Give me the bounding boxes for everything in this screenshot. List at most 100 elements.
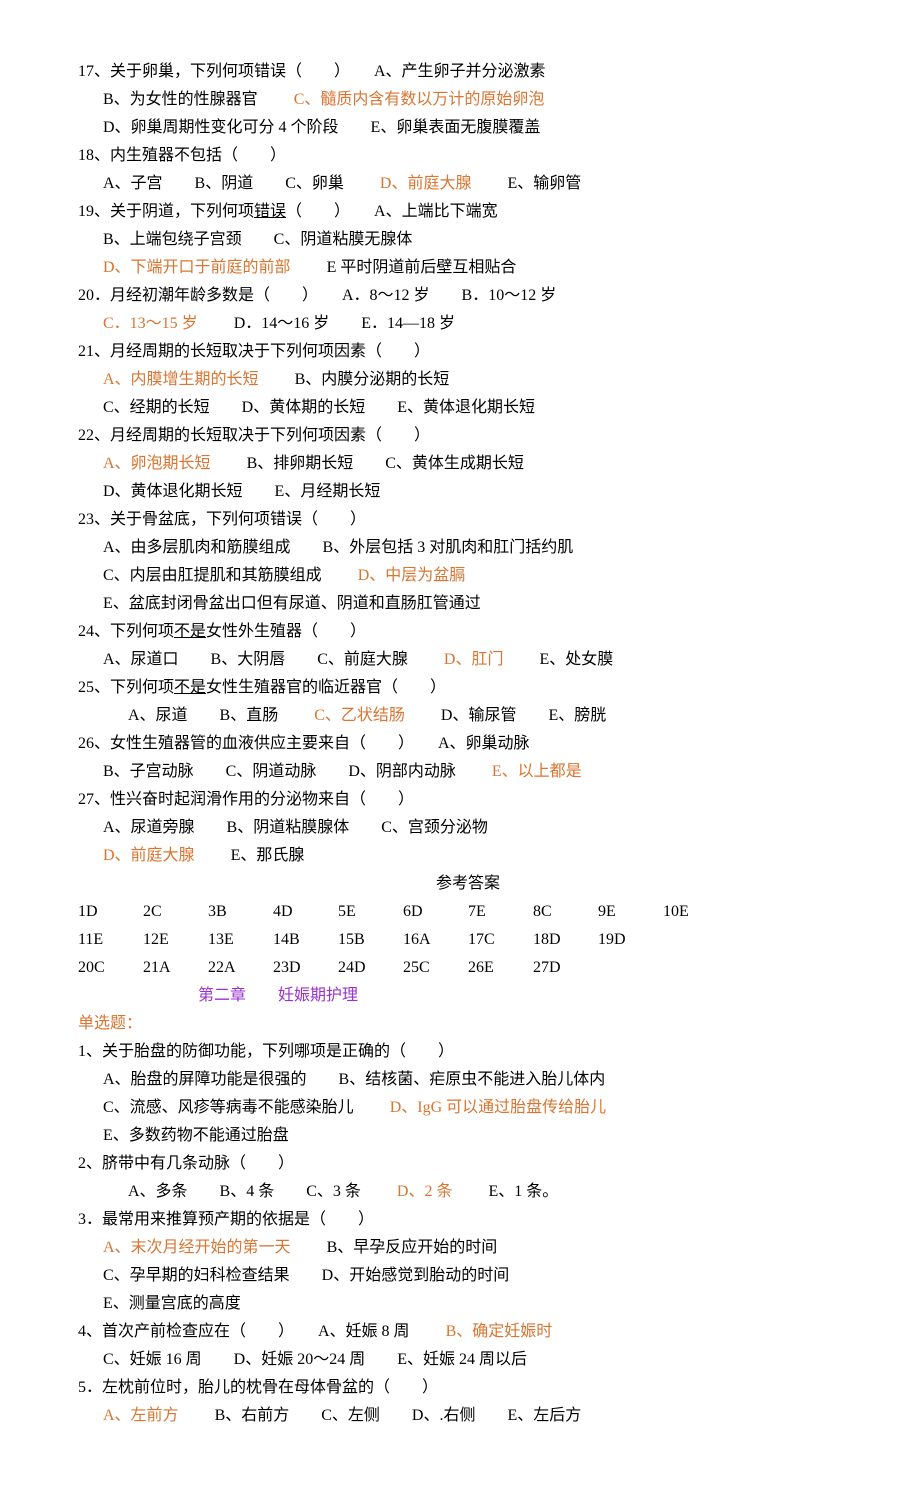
ans-2: 2C bbox=[143, 898, 208, 926]
ans-1: 1D bbox=[78, 898, 143, 926]
ans-25: 25C bbox=[403, 954, 468, 982]
q27-stem: 27、性兴奋时起润滑作用的分泌物来自（ ） bbox=[78, 786, 858, 814]
q20-c: C．13～15 岁 bbox=[103, 315, 198, 332]
ans-13: 13E bbox=[208, 926, 273, 954]
q18-abc: A、子宫 B、阴道 C、卵巢 bbox=[103, 175, 376, 192]
q23-ab: A、由多层肌肉和筋膜组成 B、外层包括 3 对肌肉和肛门括约肌 bbox=[78, 534, 858, 562]
ans-20: 20C bbox=[78, 954, 143, 982]
q17-de: D、卵巢周期性变化可分 4 个阶段 E、卵巢表面无腹膜覆盖 bbox=[78, 114, 858, 142]
ans-23: 23D bbox=[273, 954, 338, 982]
q25-opts: A、尿道 B、直肠 C、乙状结肠 D、输尿管 E、膀胱 bbox=[78, 702, 858, 730]
q25-stem-post: 女性生殖器官的临近器官（ ） bbox=[206, 679, 446, 696]
p2q5-opts: A、左前方 B、右前方 C、左侧 D、.右侧 E、左后方 bbox=[78, 1402, 858, 1430]
p2q2-e: E、1 条。 bbox=[456, 1183, 558, 1200]
q24-stem-pre: 24、下列何项 bbox=[78, 623, 174, 640]
p2q1-ab: A、胎盘的屏障功能是很强的 B、结核菌、疟原虫不能进入胎儿体内 bbox=[78, 1066, 858, 1094]
ans-10: 10E bbox=[663, 898, 728, 926]
q22-de: D、黄体退化期长短 E、月经期长短 bbox=[78, 478, 858, 506]
q26-e: E、以上都是 bbox=[492, 763, 582, 780]
q25-de: D、输尿管 E、膀胱 bbox=[409, 707, 606, 724]
q22-a: A、卵泡期长短 bbox=[103, 455, 211, 472]
ans-22: 22A bbox=[208, 954, 273, 982]
ans-14: 14B bbox=[273, 926, 338, 954]
p2q3-ab: A、末次月经开始的第一天 B、早孕反应开始的时间 bbox=[78, 1234, 858, 1262]
q19-d: D、下端开口于前庭的前部 bbox=[103, 259, 291, 276]
q27-de: D、前庭大腺 E、那氏腺 bbox=[78, 842, 858, 870]
p2q3-a: A、末次月经开始的第一天 bbox=[103, 1239, 291, 1256]
ans-8: 8C bbox=[533, 898, 598, 926]
ans-21: 21A bbox=[143, 954, 208, 982]
q17-line-bc: B、为女性的性腺器官 C、髓质内含有数以万计的原始卵泡 bbox=[78, 86, 858, 114]
p2q3-b: B、早孕反应开始的时间 bbox=[295, 1239, 498, 1256]
p2q1-cd: C、流感、风疹等病毒不能感染胎儿 D、IgG 可以通过胎盘传给胎儿 bbox=[78, 1094, 858, 1122]
ans-7: 7E bbox=[468, 898, 533, 926]
q25-stem-u: 不是 bbox=[174, 679, 206, 696]
q23-cd: C、内层由肛提肌和其筋膜组成 D、中层为盆膈 bbox=[78, 562, 858, 590]
q26-bcd: B、子宫动脉 C、阴道动脉 D、阴部内动脉 bbox=[103, 763, 488, 780]
p2q1-d: D、IgG 可以通过胎盘传给胎儿 bbox=[390, 1099, 606, 1116]
q21-stem: 21、月经周期的长短取决于下列何项因素（ ） bbox=[78, 338, 858, 366]
q18-stem: 18、内生殖器不包括（ ） bbox=[78, 142, 858, 170]
q19-bc: B、上端包绕子宫颈 C、阴道粘膜无腺体 bbox=[78, 226, 858, 254]
ans-24: 24D bbox=[338, 954, 403, 982]
q23-d: D、中层为盆膈 bbox=[358, 567, 466, 584]
q21-ab: A、内膜增生期的长短 B、内膜分泌期的长短 bbox=[78, 366, 858, 394]
q21-cde: C、经期的长短 D、黄体期的长短 E、黄体退化期长短 bbox=[78, 394, 858, 422]
p2q3-e: E、测量宫底的高度 bbox=[78, 1290, 858, 1318]
ans-18: 18D bbox=[533, 926, 598, 954]
p2q2-opts: A、多条 B、4 条 C、3 条 D、2 条 E、1 条。 bbox=[78, 1178, 858, 1206]
p2q2-d: D、2 条 bbox=[397, 1183, 453, 1200]
ans-12: 12E bbox=[143, 926, 208, 954]
p2q5-bcde: B、右前方 C、左侧 D、.右侧 E、左后方 bbox=[183, 1407, 582, 1424]
q20-cde: C．13～15 岁 D．14～16 岁 E．14—18 岁 bbox=[78, 310, 858, 338]
q25-c: C、乙状结肠 bbox=[314, 707, 405, 724]
q24-e: E、处女膜 bbox=[507, 651, 613, 668]
q25-stem: 25、下列何项不是女性生殖器官的临近器官（ ） bbox=[78, 674, 858, 702]
ans-6: 6D bbox=[403, 898, 468, 926]
ans-5: 5E bbox=[338, 898, 403, 926]
q27-abc: A、尿道旁腺 B、阴道粘膜腺体 C、宫颈分泌物 bbox=[78, 814, 858, 842]
p2q3-stem: 3．最常用来推算预产期的依据是（ ） bbox=[78, 1206, 858, 1234]
q22-bc: B、排卵期长短 C、黄体生成期长短 bbox=[215, 455, 524, 472]
p2q3-cd: C、孕早期的妇科检查结果 D、开始感觉到胎动的时间 bbox=[78, 1262, 858, 1290]
q24-stem-u: 不是 bbox=[174, 623, 206, 640]
q18-opts: A、子宫 B、阴道 C、卵巢 D、前庭大腺 E、输卵管 bbox=[78, 170, 858, 198]
q19-de: D、下端开口于前庭的前部 E 平时阴道前后壁互相贴合 bbox=[78, 254, 858, 282]
q17-stem: 17、关于卵巢，下列何项错误（ ） A、产生卵子并分泌激素 bbox=[78, 58, 858, 86]
ans-27: 27D bbox=[533, 954, 598, 982]
q25-ab: A、尿道 B、直肠 bbox=[128, 707, 310, 724]
q17-c: C、髓质内含有数以万计的原始卵泡 bbox=[294, 91, 545, 108]
ans-3: 3B bbox=[208, 898, 273, 926]
q23-stem: 23、关于骨盆底，下列何项错误（ ） bbox=[78, 506, 858, 534]
p2q2-stem: 2、脐带中有几条动脉（ ） bbox=[78, 1150, 858, 1178]
p2q4-cde: C、妊娠 16 周 D、妊娠 20～24 周 E、妊娠 24 周以后 bbox=[78, 1346, 858, 1374]
q24-opts: A、尿道口 B、大阴唇 C、前庭大腺 D、肛门 E、处女膜 bbox=[78, 646, 858, 674]
q19-stem-pre: 19、关于阴道，下列何项 bbox=[78, 203, 254, 220]
q18-e: E、输卵管 bbox=[475, 175, 581, 192]
ans-19: 19D bbox=[598, 926, 663, 954]
q27-d: D、前庭大腺 bbox=[103, 847, 195, 864]
ans-17: 17C bbox=[468, 926, 533, 954]
single-choice-label: 单选题： bbox=[78, 1010, 858, 1038]
p2q5-a: A、左前方 bbox=[103, 1407, 179, 1424]
answers-row-3: 20C 21A 22A 23D 24D 25C 26E 27D bbox=[78, 954, 858, 982]
q26-opts: B、子宫动脉 C、阴道动脉 D、阴部内动脉 E、以上都是 bbox=[78, 758, 858, 786]
q24-stem-post: 女性外生殖器（ ） bbox=[206, 623, 366, 640]
q27-e: E、那氏腺 bbox=[199, 847, 305, 864]
q24-d: D、肛门 bbox=[444, 651, 504, 668]
ans-15: 15B bbox=[338, 926, 403, 954]
q24-abc: A、尿道口 B、大阴唇 C、前庭大腺 bbox=[103, 651, 440, 668]
q19-e: E 平时阴道前后壁互相贴合 bbox=[295, 259, 517, 276]
answers-row-1: 1D 2C 3B 4D 5E 6D 7E 8C 9E 10E bbox=[78, 898, 858, 926]
q19-stem-u: 错误 bbox=[254, 203, 286, 220]
q26-stem: 26、女性生殖器管的血液供应主要来自（ ） A、卵巢动脉 bbox=[78, 730, 858, 758]
q24-stem: 24、下列何项不是女性外生殖器（ ） bbox=[78, 618, 858, 646]
ans-9: 9E bbox=[598, 898, 663, 926]
p2q1-stem: 1、关于胎盘的防御功能，下列哪项是正确的（ ） bbox=[78, 1038, 858, 1066]
q23-e: E、盆底封闭骨盆出口但有尿道、阴道和直肠肛管通过 bbox=[78, 590, 858, 618]
p2q4-stem: 4、首次产前检查应在（ ） A、妊娠 8 周 B、确定妊娠时 bbox=[78, 1318, 858, 1346]
q20-de: D．14～16 岁 E．14—18 岁 bbox=[202, 315, 455, 332]
ans-4: 4D bbox=[273, 898, 338, 926]
q21-b: B、内膜分泌期的长短 bbox=[263, 371, 450, 388]
q19-stem: 19、关于阴道，下列何项错误（ ） A、上端比下端宽 bbox=[78, 198, 858, 226]
